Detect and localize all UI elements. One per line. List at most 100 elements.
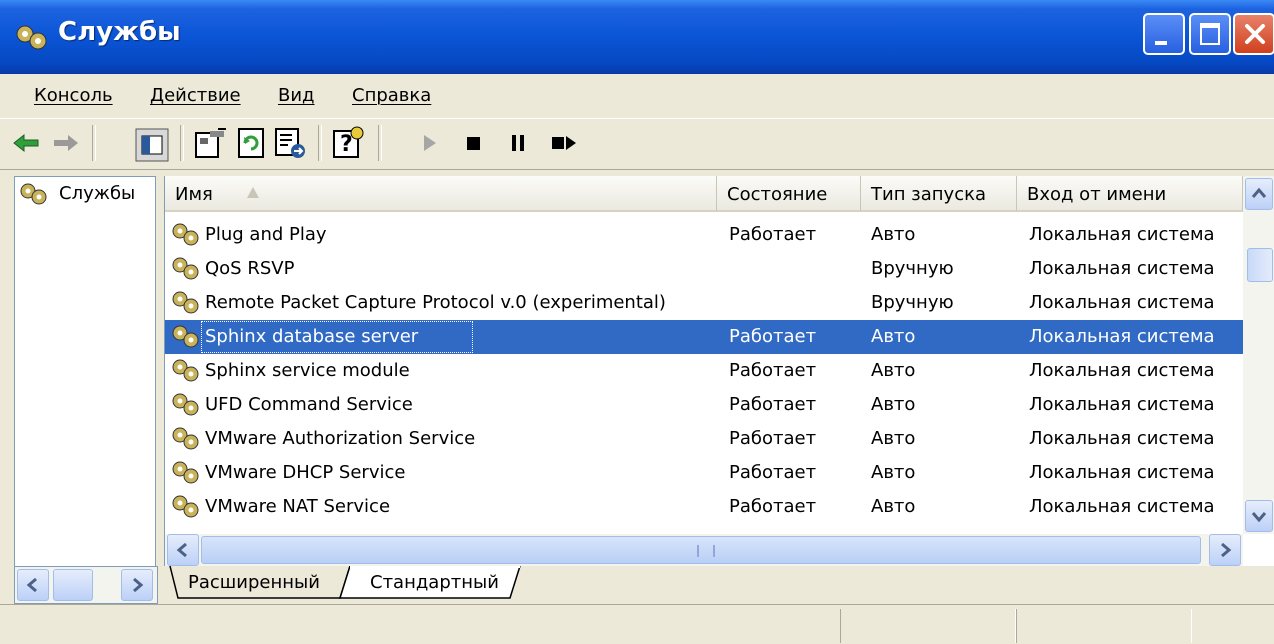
restart-service-icon[interactable] — [546, 125, 582, 161]
window-title: Службы — [58, 17, 181, 47]
service-logon: Локальная система — [1029, 394, 1215, 415]
vertical-scrollbar[interactable] — [1243, 176, 1274, 534]
service-row[interactable]: Sphinx database server Работает Авто Локаль… — [165, 320, 1243, 354]
service-row[interactable]: UFD Command Service Работает Авто Локальная… — [165, 388, 1243, 422]
properties-icon[interactable] — [192, 125, 228, 161]
selection-focus-rect — [201, 321, 473, 353]
minimize-icon — [1155, 41, 1167, 45]
menu-help[interactable]: Справка — [352, 85, 431, 106]
chevron-left-icon — [176, 542, 187, 558]
close-icon — [1245, 24, 1265, 44]
service-startup: Авто — [871, 394, 916, 415]
scroll-left-button[interactable] — [167, 534, 199, 566]
service-row[interactable]: VMware DHCP Service Работает Авто Локальная… — [165, 456, 1243, 490]
services-gear-icon — [16, 25, 47, 50]
service-state: Работает — [729, 462, 817, 483]
sort-ascending-icon — [247, 187, 259, 198]
start-service-icon[interactable] — [412, 125, 448, 161]
scroll-up-button[interactable] — [1245, 178, 1273, 210]
minimize-button[interactable] — [1143, 13, 1185, 55]
horizontal-scrollbar[interactable] — [165, 534, 1243, 566]
service-row[interactable]: Sphinx service module Работает Авто Локальн… — [165, 354, 1243, 388]
column-header-state[interactable]: Состояние — [717, 176, 861, 212]
menu-console[interactable]: Консоль — [34, 85, 113, 106]
column-header-logon[interactable]: Вход от имени — [1017, 176, 1243, 212]
toolbar-separator — [92, 125, 96, 161]
chevron-left-icon — [26, 577, 37, 593]
forward-arrow-icon[interactable] — [48, 125, 84, 161]
export-list-icon[interactable] — [272, 125, 308, 161]
stop-service-icon[interactable] — [456, 125, 492, 161]
menu-bar: Консоль Действие Вид Справка — [0, 74, 1274, 119]
service-gear-icon — [172, 325, 199, 348]
service-state: Работает — [729, 394, 817, 415]
tree-node-services[interactable]: Службы — [59, 183, 135, 204]
service-row[interactable]: Plug and Play Работает Авто Локальная систе… — [165, 218, 1243, 252]
title-bar[interactable]: Службы — [0, 0, 1274, 74]
view-tabs: Расширенный Стандартный — [164, 566, 1274, 602]
pause-service-icon[interactable] — [500, 125, 536, 161]
services-gear-icon — [20, 183, 47, 205]
service-logon: Локальная система — [1029, 360, 1215, 381]
svg-text:?: ? — [340, 132, 353, 157]
service-startup: Авто — [871, 224, 916, 245]
horizontal-scroll-thumb[interactable] — [201, 536, 1201, 564]
service-gear-icon — [172, 257, 199, 280]
column-header-startup[interactable]: Тип запуска — [861, 176, 1017, 212]
scroll-right-button[interactable] — [1209, 534, 1241, 566]
menu-view[interactable]: Вид — [278, 85, 315, 106]
console-tree: Службы — [14, 176, 156, 568]
menu-action[interactable]: Действие — [150, 85, 241, 106]
show-hide-tree-icon[interactable] — [134, 127, 170, 163]
service-state: Работает — [729, 360, 817, 381]
tab-standard[interactable]: Стандартный — [370, 572, 499, 593]
maximize-button[interactable] — [1189, 13, 1231, 55]
service-startup: Авто — [871, 360, 916, 381]
service-logon: Локальная система — [1029, 224, 1215, 245]
service-name: Plug and Play — [205, 224, 327, 245]
service-row[interactable]: VMware NAT Service Работает Авто Локальная … — [165, 490, 1243, 524]
service-gear-icon — [172, 393, 199, 416]
column-header-name[interactable]: Имя — [165, 176, 717, 212]
toolbar-separator — [318, 125, 322, 161]
column-header-label: Тип запуска — [871, 184, 987, 205]
service-logon: Локальная система — [1029, 326, 1215, 347]
service-name: QoS RSVP — [205, 258, 295, 279]
chevron-right-icon — [133, 577, 144, 593]
service-state: Работает — [729, 326, 817, 347]
service-logon: Локальная система — [1029, 428, 1215, 449]
service-name: Sphinx service module — [205, 360, 410, 381]
column-header-label: Имя — [175, 184, 213, 205]
status-bar — [0, 604, 1274, 644]
status-pane — [1016, 609, 1192, 643]
scroll-right-button[interactable] — [121, 569, 153, 601]
help-icon[interactable]: ? — [330, 125, 366, 161]
service-startup: Авто — [871, 326, 916, 347]
service-row[interactable]: QoS RSVP Вручную Локальная система — [165, 252, 1243, 286]
scroll-grip-icon — [697, 545, 715, 557]
tab-extended[interactable]: Расширенный — [188, 572, 320, 593]
service-row[interactable]: VMware Authorization Service Работает Авто… — [165, 422, 1243, 456]
service-logon: Локальная система — [1029, 292, 1215, 313]
service-gear-icon — [172, 427, 199, 450]
column-header-label: Вход от имени — [1027, 184, 1167, 205]
service-startup: Вручную — [871, 258, 954, 279]
back-arrow-icon[interactable] — [8, 125, 44, 161]
service-startup: Вручную — [871, 292, 954, 313]
service-gear-icon — [172, 291, 199, 314]
vertical-scroll-thumb[interactable] — [1247, 248, 1273, 282]
service-startup: Авто — [871, 428, 916, 449]
scroll-left-button[interactable] — [17, 569, 49, 601]
scroll-down-button[interactable] — [1245, 500, 1273, 532]
refresh-icon[interactable] — [234, 125, 270, 161]
chevron-up-icon — [1251, 187, 1267, 198]
services-list: Имя Состояние Тип запуска Вход от имени … — [164, 176, 1274, 566]
service-logon: Локальная система — [1029, 462, 1215, 483]
tree-horizontal-scrollbar[interactable] — [14, 566, 158, 604]
service-gear-icon — [172, 359, 199, 382]
service-name: VMware Authorization Service — [205, 428, 476, 449]
service-row[interactable]: Remote Packet Capture Protocol v.0 (expe… — [165, 286, 1243, 320]
service-gear-icon — [172, 223, 199, 246]
scroll-thumb[interactable] — [53, 569, 93, 601]
close-button[interactable] — [1233, 13, 1274, 55]
